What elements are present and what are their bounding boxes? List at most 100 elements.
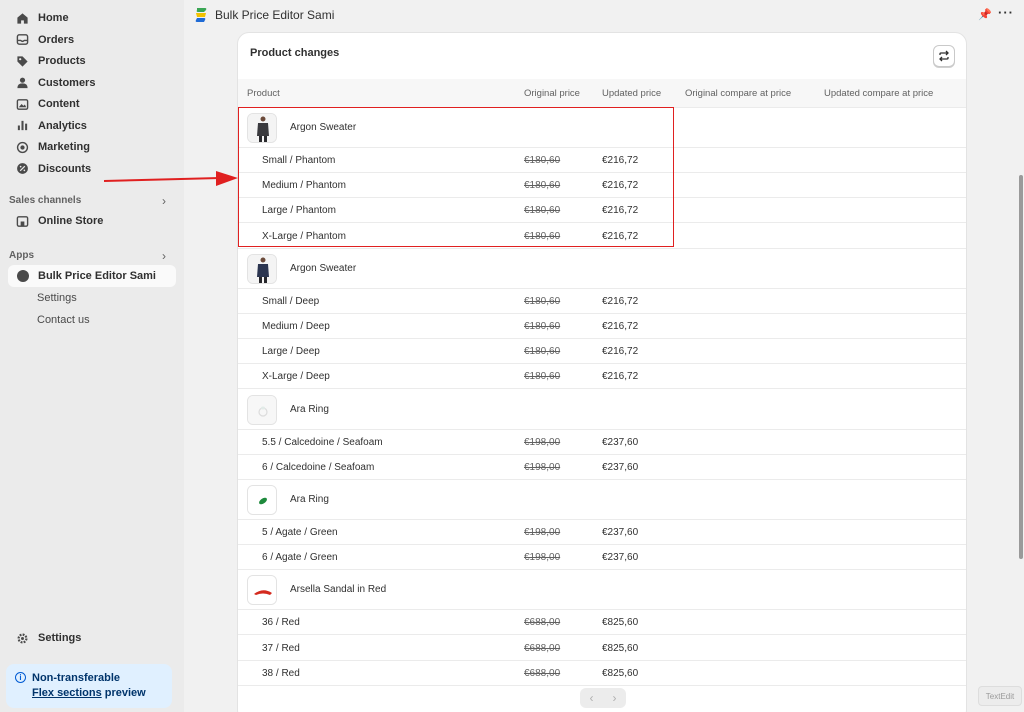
sidebar-item-label: Marketing: [38, 141, 90, 153]
original-price: €688,00: [524, 667, 561, 679]
updated-price: €216,72: [602, 205, 639, 217]
original-price: €198,00: [524, 436, 561, 448]
variant-row: 36 / Red €688,00 €825,60: [238, 610, 966, 636]
original-price: €688,00: [524, 642, 561, 654]
updated-price: €216,72: [602, 230, 639, 242]
notice-title: Non-transferable: [32, 672, 121, 684]
original-price: €180,60: [524, 155, 561, 166]
pagination: ‹ ›: [580, 688, 626, 708]
updated-price: €216,72: [602, 371, 639, 383]
updated-price: €216,72: [602, 295, 639, 307]
card-title: Product changes: [250, 47, 340, 59]
variant-name: Large / Phantom: [262, 205, 336, 217]
inbox-icon: [16, 33, 29, 46]
target-icon: [16, 141, 29, 154]
updated-price: €237,60: [602, 552, 639, 564]
sidebar-item-label: Home: [38, 12, 69, 24]
variant-name: X-Large / Phantom: [262, 230, 346, 242]
product-row: Ara Ring: [238, 480, 966, 520]
sidebar-item-label: Customers: [38, 76, 96, 89]
refresh-button[interactable]: [933, 45, 955, 67]
apps-label: Apps: [9, 250, 34, 261]
next-page-button[interactable]: ›: [603, 688, 626, 708]
variant-row: 5.5 / Calcedoine / Seafoam €198,00 €237,60: [238, 430, 966, 455]
product-name: Ara Ring: [290, 494, 329, 505]
updated-price: €825,60: [602, 667, 639, 679]
home-icon: [16, 12, 29, 25]
sidebar-item-content[interactable]: Content: [8, 93, 176, 115]
variant-row: Small / Phantom €180,60 €216,72: [238, 148, 966, 173]
variant-name: X-Large / Deep: [262, 371, 330, 383]
original-price: €198,00: [524, 527, 561, 538]
bar-chart-icon: [16, 119, 29, 132]
chevron-right-icon[interactable]: ›: [162, 249, 166, 263]
pin-icon[interactable]: 📌: [978, 8, 992, 21]
product-thumbnail: [247, 113, 277, 143]
previous-page-button[interactable]: ‹: [580, 688, 603, 708]
variant-name: 36 / Red: [262, 617, 300, 629]
more-options-icon[interactable]: ···: [998, 5, 1014, 20]
flex-sections-link[interactable]: Flex sections: [32, 687, 102, 699]
sidebar-subitem-settings[interactable]: Settings: [37, 292, 77, 304]
sidebar-item-label: Discounts: [38, 162, 92, 175]
variant-row: 6 / Calcedoine / Seafoam €198,00 €237,60: [238, 455, 966, 480]
chevron-right-icon[interactable]: ›: [162, 194, 166, 208]
sales-channels-label: Sales channels: [9, 195, 82, 206]
original-price: €180,60: [524, 346, 561, 358]
sidebar-item-label: Bulk Price Editor Sami: [38, 270, 156, 282]
variant-name: 37 / Red: [262, 642, 300, 654]
scrollbar[interactable]: [1019, 175, 1023, 559]
variant-row: 5 / Agate / Green €198,00 €237,60: [238, 520, 966, 545]
sidebar-item-analytics[interactable]: Analytics: [8, 115, 176, 137]
product-row: Arsella Sandal in Red: [238, 570, 966, 611]
updated-price: €825,60: [602, 617, 639, 629]
product-row: Argon Sweater: [238, 108, 966, 148]
variant-name: Large / Deep: [262, 346, 320, 358]
tag-icon: [16, 55, 29, 68]
variant-row: X-Large / Phantom €180,60 €216,72: [238, 224, 966, 249]
variant-name: 6 / Calcedoine / Seafoam: [262, 461, 375, 473]
textedit-badge: TextEdit: [978, 686, 1022, 706]
variant-name: Medium / Deep: [262, 321, 330, 332]
original-price: €180,60: [524, 295, 561, 307]
variant-row: 37 / Red €688,00 €825,60: [238, 636, 966, 661]
table-header: Product Original price Updated price Ori…: [238, 79, 966, 108]
column-header: Updated price: [602, 88, 662, 99]
product-changes-card: Product changes Product Original price U…: [237, 32, 967, 712]
variant-row: Small / Deep €180,60 €216,72: [238, 289, 966, 314]
original-price: €180,60: [524, 321, 561, 332]
variant-row: Large / Phantom €180,60 €216,72: [238, 198, 966, 224]
variant-name: 38 / Red: [262, 667, 300, 679]
sidebar-item-home[interactable]: Home: [8, 7, 176, 29]
variant-name: Medium / Phantom: [262, 180, 346, 192]
product-name: Argon Sweater: [290, 122, 357, 133]
sidebar-item-products[interactable]: Products: [8, 50, 176, 72]
sidebar-item-orders[interactable]: Orders: [8, 29, 176, 51]
sidebar-item-customers[interactable]: Customers: [8, 72, 176, 94]
sidebar-item-label: Products: [38, 55, 86, 67]
sidebar-item-label: Settings: [38, 632, 82, 644]
original-price: €180,60: [524, 205, 561, 217]
sidebar-item-bulk-price-editor[interactable]: Bulk Price Editor Sami: [8, 265, 176, 287]
column-header: Original compare at price: [685, 88, 792, 99]
person-icon: [16, 76, 29, 89]
variant-name: 5 / Agate / Green: [262, 527, 338, 538]
sidebar: Home Orders Products Customers Content Analyt…: [0, 0, 184, 712]
info-icon: i: [15, 672, 26, 683]
variant-row: 38 / Red €688,00 €825,60: [238, 661, 966, 686]
original-price: €688,00: [524, 617, 561, 629]
sidebar-item-online-store[interactable]: Online Store: [8, 210, 176, 232]
variant-name: 5.5 / Calcedoine / Seafoam: [262, 436, 383, 448]
updated-price: €216,72: [602, 180, 639, 192]
variant-name: Small / Deep: [262, 295, 320, 307]
updated-price: €216,72: [602, 155, 639, 166]
sidebar-subitem-contact-us[interactable]: Contact us: [37, 314, 90, 326]
sidebar-item-marketing[interactable]: Marketing: [8, 136, 176, 158]
updated-price: €237,60: [602, 436, 639, 448]
variant-row: Large / Deep €180,60 €216,72: [238, 339, 966, 365]
gear-icon: [16, 632, 29, 645]
variant-row: X-Large / Deep €180,60 €216,72: [238, 364, 966, 390]
updated-price: €237,60: [602, 461, 639, 473]
sidebar-item-settings[interactable]: Settings: [8, 627, 176, 649]
updated-price: €237,60: [602, 527, 639, 538]
